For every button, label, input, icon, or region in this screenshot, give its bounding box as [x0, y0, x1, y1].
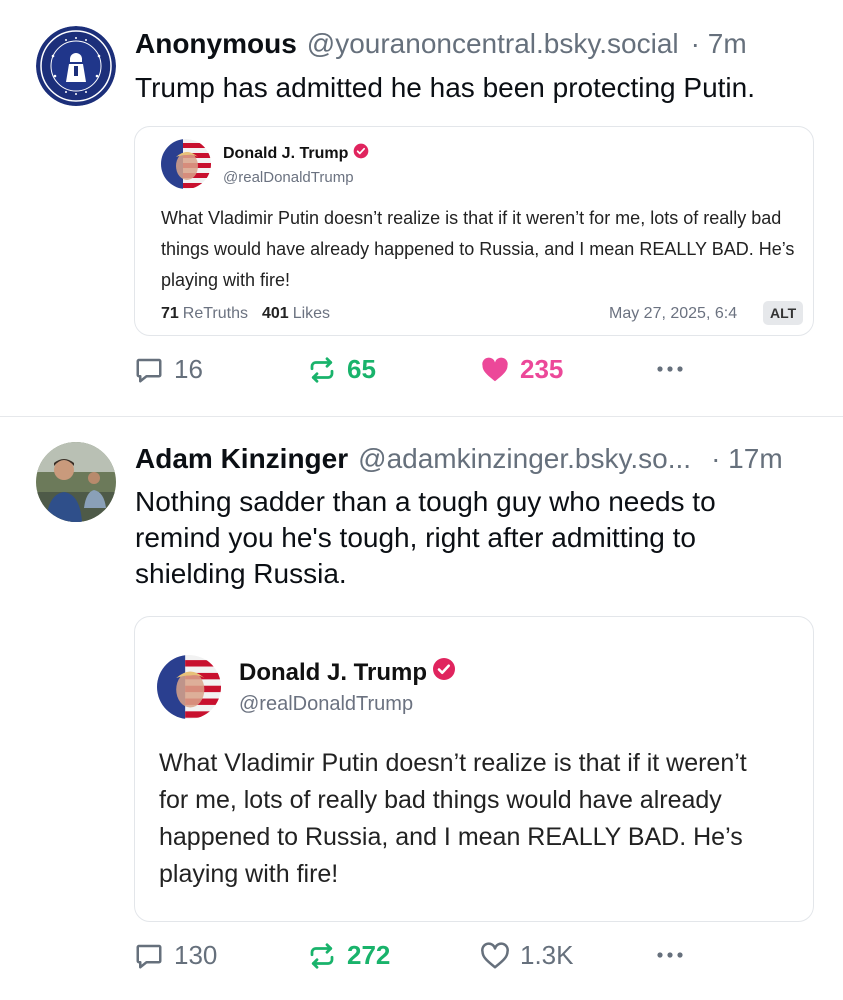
trump-flag-portrait-icon: [157, 655, 221, 719]
more-options-button[interactable]: [652, 354, 688, 384]
repost-arrows-icon: [310, 356, 334, 383]
embed-avatar: [161, 139, 211, 189]
repost-arrows-icon: [310, 942, 334, 969]
post-time[interactable]: · 17m: [711, 442, 783, 476]
like-button[interactable]: 1.3K: [480, 940, 574, 971]
anonymous-seal-icon: [36, 26, 116, 106]
likes-label: Likes: [292, 305, 331, 322]
author-handle[interactable]: @youranoncentral.bsky.social: [307, 27, 679, 61]
verified-badge-icon: [353, 143, 369, 164]
repost-count: 272: [347, 940, 391, 970]
profile-photo-icon: [36, 442, 116, 522]
speech-bubble-icon: [136, 358, 162, 382]
reply-count: 130: [174, 940, 218, 970]
author-name[interactable]: Adam Kinzinger: [135, 442, 348, 476]
embedded-image-truth-social[interactable]: Donald J. Trump @realDonaldTrump What Vl…: [134, 126, 814, 336]
embed-stats: 71 ReTruths 401 Likes: [161, 305, 330, 323]
more-options-button[interactable]: [652, 940, 688, 970]
alt-text-button[interactable]: ALT: [763, 301, 804, 325]
author-handle[interactable]: @adamkinzinger.bsky.so...: [358, 442, 691, 476]
ellipsis-icon: [657, 952, 683, 958]
post-header: Adam Kinzinger @adamkinzinger.bsky.so...…: [135, 442, 815, 476]
retruths-stat: 71 ReTruths: [161, 305, 248, 323]
post-text: Nothing sadder than a tough guy who need…: [135, 486, 716, 589]
embedded-image-truth-social[interactable]: Donald J. Trump @realDonaldTrump What Vl…: [134, 616, 814, 922]
embed-date: May 27, 2025, 6:4: [609, 305, 738, 322]
repost-button[interactable]: 65: [307, 354, 376, 385]
post-anonymous[interactable]: Anonymous @youranoncentral.bsky.social ·…: [0, 0, 843, 416]
repost-button[interactable]: 272: [307, 940, 390, 971]
repost-count: 65: [347, 354, 376, 384]
heart-icon: [482, 357, 508, 381]
retruths-label: ReTruths: [182, 305, 248, 322]
heart-icon: [481, 941, 509, 968]
speech-bubble-icon: [136, 944, 162, 968]
embed-author-handle: @realDonaldTrump: [223, 169, 354, 186]
embed-avatar: [157, 655, 221, 719]
trump-flag-portrait-icon: [161, 139, 211, 189]
embed-author-name: Donald J. Trump: [223, 143, 369, 164]
reply-button[interactable]: 130: [134, 940, 217, 971]
likes-stat: 401 Likes: [262, 305, 330, 323]
embed-author-handle: @realDonaldTrump: [239, 693, 414, 715]
like-button[interactable]: 235: [480, 354, 563, 385]
avatar-anonymous[interactable]: [36, 26, 116, 106]
reply-count: 16: [174, 354, 203, 384]
post-actions: 130 272 1.3K: [134, 940, 714, 980]
like-count: 1.3K: [520, 940, 574, 970]
embed-text: What Vladimir Putin doesn’t realize is t…: [159, 749, 747, 888]
post-header: Anonymous @youranoncentral.bsky.social ·…: [135, 27, 815, 61]
embed-name-text: Donald J. Trump: [223, 144, 349, 162]
embed-name-text: Donald J. Trump: [239, 658, 428, 686]
embed-author-name: Donald J. Trump: [239, 657, 456, 688]
reply-button[interactable]: 16: [134, 354, 203, 385]
ellipsis-icon: [657, 366, 683, 372]
post-text: Trump has admitted he has been protectin…: [135, 72, 755, 103]
post-time[interactable]: · 7m: [691, 27, 747, 61]
post-adam-kinzinger[interactable]: Adam Kinzinger @adamkinzinger.bsky.so...…: [0, 416, 843, 1000]
likes-count: 401: [262, 305, 289, 322]
avatar-adam-kinzinger[interactable]: [36, 442, 116, 522]
like-count: 235: [520, 354, 564, 384]
post-actions: 16 65 235: [134, 354, 714, 394]
embed-text: What Vladimir Putin doesn’t realize is t…: [161, 208, 795, 290]
verified-badge-icon: [432, 657, 456, 688]
retruths-count: 71: [161, 305, 179, 322]
author-name[interactable]: Anonymous: [135, 27, 297, 61]
